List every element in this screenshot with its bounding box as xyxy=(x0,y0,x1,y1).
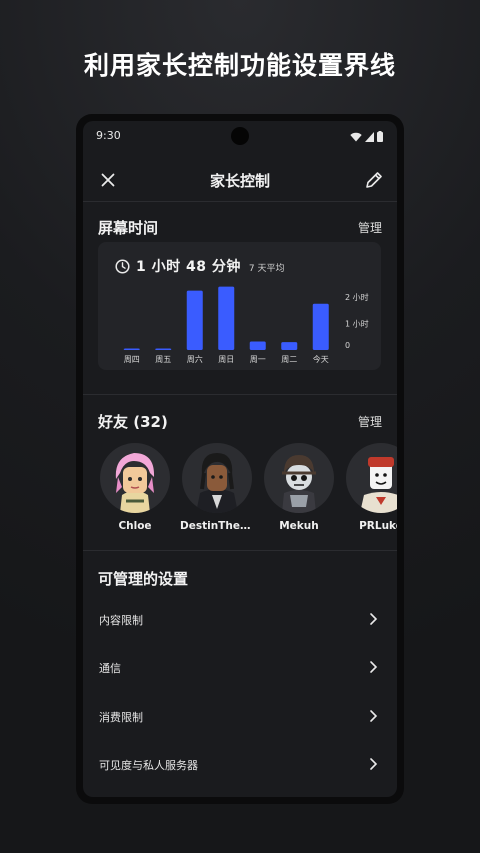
app-screen: 9:30 家长控制 屏幕时间 管理 1 小时 48 分钟 7 天平均 周四 周五… xyxy=(83,121,397,797)
setting-content-restrictions[interactable]: 内容限制 xyxy=(83,596,397,644)
chart-y-tick-label: 1 小时 xyxy=(345,319,369,329)
friend-item[interactable]: Mekuh xyxy=(262,443,336,532)
friend-name: Chloe xyxy=(118,520,152,532)
settings-title: 可管理的设置 xyxy=(98,570,189,588)
screen-time-card[interactable]: 1 小时 48 分钟 7 天平均 周四 周五 周六 周日 周一 周二 今天 2 小时 1 小时 0 xyxy=(98,242,381,370)
setting-label: 可见度与私人服务器 xyxy=(99,759,198,772)
friend-item[interactable]: DestinTheL... xyxy=(180,443,254,532)
chart-x-label: 周日 xyxy=(218,355,234,364)
chart-x-label: 今天 xyxy=(313,354,329,364)
section-divider xyxy=(83,550,397,551)
section-divider xyxy=(83,394,397,395)
avatar-destin xyxy=(196,453,238,513)
screen-time-title: 屏幕时间 xyxy=(98,219,159,237)
avatar xyxy=(346,443,397,513)
chart-bar xyxy=(281,342,298,350)
chevron-right-icon xyxy=(370,613,378,625)
page-title: 家长控制 xyxy=(209,172,270,190)
friend-name: Mekuh xyxy=(279,520,319,532)
edit-button[interactable] xyxy=(363,169,385,191)
setting-spending-limits[interactable]: 消费限制 xyxy=(83,693,397,741)
chart-y-tick-label: 2 小时 xyxy=(345,292,369,302)
app-bar: 家长控制 xyxy=(83,159,397,202)
status-bar: 9:30 xyxy=(83,121,397,151)
avatar-chloe xyxy=(115,453,155,513)
avatar xyxy=(100,443,170,513)
setting-communication[interactable]: 通信 xyxy=(83,644,397,692)
avatar xyxy=(182,443,252,513)
setting-visibility-private-servers[interactable]: 可见度与私人服务器 xyxy=(83,741,397,789)
friend-item[interactable]: Chloe xyxy=(98,443,172,532)
promo-headline: 利用家长控制功能设置界线 xyxy=(83,51,396,80)
setting-label: 内容限制 xyxy=(99,614,143,627)
setting-label: 消费限制 xyxy=(99,711,143,724)
screen-time-manage-link[interactable]: 管理 xyxy=(358,219,382,236)
chevron-right-icon xyxy=(370,661,378,673)
chart-bar xyxy=(218,286,235,350)
battery-icon xyxy=(377,131,383,142)
front-camera xyxy=(231,127,249,145)
chart-x-label: 周六 xyxy=(187,354,203,364)
status-icons xyxy=(350,131,383,142)
chevron-right-icon xyxy=(370,758,378,770)
signal-icon xyxy=(365,131,374,142)
chart-bar xyxy=(312,303,329,350)
friend-name: DestinTheL... xyxy=(180,520,254,532)
status-time: 9:30 xyxy=(96,129,121,142)
avatar xyxy=(264,443,334,513)
friend-item[interactable]: PRLuke xyxy=(344,443,397,532)
pencil-icon xyxy=(366,172,382,188)
friend-name: PRLuke xyxy=(359,520,397,532)
chart-bar xyxy=(186,290,203,350)
chart-y-tick-label: 0 xyxy=(345,341,350,350)
friends-title: 好友 (32) xyxy=(98,413,168,431)
chart-x-label: 周四 xyxy=(124,355,140,364)
chart-bar xyxy=(123,348,140,350)
chart-x-label: 周二 xyxy=(281,355,297,364)
screen-time-chart: 周四 周五 周六 周日 周一 周二 今天 2 小时 1 小时 0 xyxy=(123,286,369,364)
chart-bar xyxy=(249,341,266,350)
friends-list: Chloe DestinTheL... Mekuh PRLuk xyxy=(98,443,397,543)
chart-x-label: 周一 xyxy=(250,355,266,364)
friends-manage-link[interactable]: 管理 xyxy=(358,413,382,430)
avatar-mekuh xyxy=(282,455,316,513)
chevron-right-icon xyxy=(370,710,378,722)
phone-frame: 9:30 家长控制 屏幕时间 管理 1 小时 48 分钟 7 天平均 周四 周五… xyxy=(76,114,404,804)
chart-bar xyxy=(155,348,172,350)
setting-label: 通信 xyxy=(99,662,121,675)
avatar-prluke xyxy=(360,457,397,513)
chart-x-label: 周五 xyxy=(155,355,171,364)
wifi-icon xyxy=(350,132,362,141)
